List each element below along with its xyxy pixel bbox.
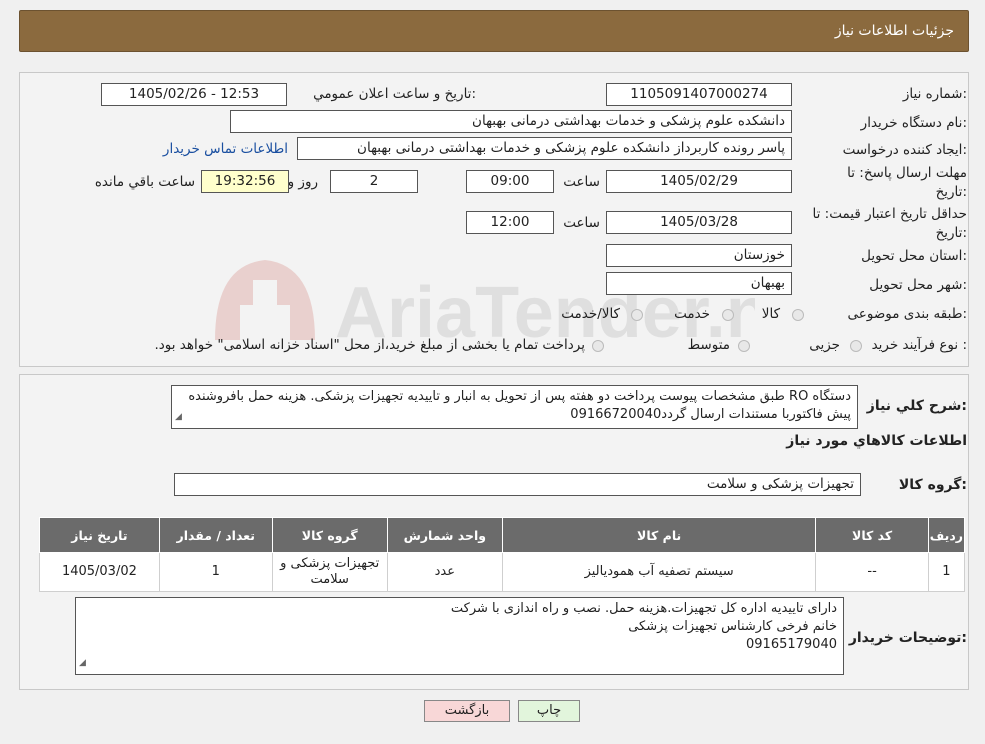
col-qty: تعداد / مقدار — [158, 517, 273, 553]
back-button[interactable]: بازگشت — [424, 700, 510, 722]
city-label: شهر محل تحویل: — [869, 277, 967, 293]
deadline-date-field: 1405/02/29 — [606, 170, 792, 193]
need-number-label: شماره نیاز: — [902, 86, 967, 102]
category-radio-goods[interactable] — [792, 309, 804, 321]
page-header: جزئیات اطلاعات نیاز — [19, 10, 969, 52]
validity-label: حداقل تاریخ اعتبار قیمت: تا تاریخ: — [812, 206, 967, 241]
treasury-checkbox[interactable] — [592, 340, 604, 352]
process-label: نوع فرآیند خرید : — [871, 337, 967, 353]
col-unit: واحد شمارش — [386, 517, 503, 553]
days-field: 2 — [330, 170, 418, 193]
deadline-time-label: ساعت — [563, 174, 600, 190]
page-title: جزئیات اطلاعات نیاز — [834, 23, 954, 39]
announce-label: تاریخ و ساعت اعلان عمومي: — [313, 86, 476, 102]
category-option-service: خدمت — [674, 306, 710, 322]
cell-qty: 1 — [158, 552, 273, 592]
creator-label: ایجاد کننده درخواست: — [842, 142, 967, 158]
deadline-time-field: 09:00 — [466, 170, 554, 193]
cell-name: سیستم تصفیه آب همودیالیز — [501, 552, 817, 592]
col-group: گروه کالا — [271, 517, 388, 553]
col-date: تاریخ نیاز — [39, 517, 160, 553]
resize-grip-icon[interactable]: ◢ — [79, 654, 86, 672]
category-radio-goods-service[interactable] — [631, 309, 643, 321]
need-number-field: 1105091407000274 — [606, 83, 792, 106]
province-label: استان محل تحویل: — [861, 248, 967, 264]
summary-label: شرح کلي نیاز: — [866, 398, 967, 414]
treasury-note: پرداخت تمام یا بخشی از مبلغ خرید،از محل … — [154, 337, 585, 353]
category-radio-service[interactable] — [722, 309, 734, 321]
validity-date-field: 1405/03/28 — [606, 211, 792, 234]
cell-code: -- — [815, 552, 929, 592]
category-option-goods-service: کالا/خدمت — [561, 306, 620, 322]
table-header-row: ردیف کد کالا نام کالا واحد شمارش گروه کا… — [39, 517, 966, 553]
group-label: گروه کالا: — [898, 477, 967, 493]
print-button[interactable]: چاپ — [518, 700, 580, 722]
city-field: بهبهان — [606, 272, 792, 295]
buyer-notes-line: 09165179040 — [746, 637, 837, 652]
cell-group: تجهیزات پزشکی و سلامت — [271, 552, 388, 592]
cell-row: 1 — [927, 552, 966, 592]
category-option-goods: کالا — [761, 306, 780, 322]
remaining-time-field: 19:32:56 — [201, 170, 289, 193]
col-name: نام کالا — [501, 517, 817, 553]
group-field: تجهیزات پزشکی و سلامت — [174, 473, 861, 496]
buyer-notes-line: خانم فرخی کارشناس تجهیزات پزشکی — [628, 619, 837, 634]
process-radio-medium[interactable] — [738, 340, 750, 352]
process-option-medium: متوسط — [687, 337, 730, 353]
summary-textarea[interactable]: دستگاه RO طبق مشخصات پیوست پرداخت دو هفت… — [171, 385, 858, 429]
summary-text: دستگاه RO طبق مشخصات پیوست پرداخت دو هفت… — [188, 389, 851, 422]
goods-info-title: اطلاعات کالاهاي مورد نیاز — [786, 433, 967, 449]
cell-unit: عدد — [386, 552, 503, 592]
buyer-notes-label: توضیحات خریدار: — [848, 630, 967, 646]
validity-time-label: ساعت — [563, 215, 600, 231]
buyer-field: دانشکده علوم پزشکی و خدمات بهداشتی درمان… — [230, 110, 792, 133]
items-table: ردیف کد کالا نام کالا واحد شمارش گروه کا… — [39, 517, 966, 592]
days-label: روز و — [287, 174, 318, 190]
cell-date: 1405/03/02 — [39, 552, 160, 592]
validity-time-field: 12:00 — [466, 211, 554, 234]
buyer-notes-textarea[interactable]: دارای تاییدیه اداره کل تجهیزات.هزینه حمل… — [75, 597, 844, 675]
buyer-contact-link[interactable]: اطلاعات تماس خریدار — [163, 141, 288, 157]
resize-grip-icon[interactable]: ◢ — [175, 408, 182, 426]
remaining-label: ساعت باقي مانده — [94, 174, 195, 190]
creator-field: پاسر رونده کاربرداز دانشکده علوم پزشکی و… — [297, 137, 792, 160]
table-row: 1 -- سیستم تصفیه آب همودیالیز عدد تجهیزا… — [39, 552, 966, 592]
process-radio-minor[interactable] — [850, 340, 862, 352]
col-code: کد کالا — [815, 517, 929, 553]
buyer-notes-line: دارای تاییدیه اداره کل تجهیزات.هزینه حمل… — [450, 601, 837, 616]
announce-field: 1405/02/26 - 12:53 — [101, 83, 287, 106]
col-row: ردیف — [927, 517, 966, 553]
process-option-minor: جزیی — [809, 337, 840, 353]
province-field: خوزستان — [606, 244, 792, 267]
category-label: طبقه بندی موضوعی: — [847, 306, 967, 322]
deadline-label: مهلت ارسال پاسخ: تا تاریخ: — [847, 165, 967, 200]
buyer-label: نام دستگاه خریدار: — [860, 115, 967, 131]
